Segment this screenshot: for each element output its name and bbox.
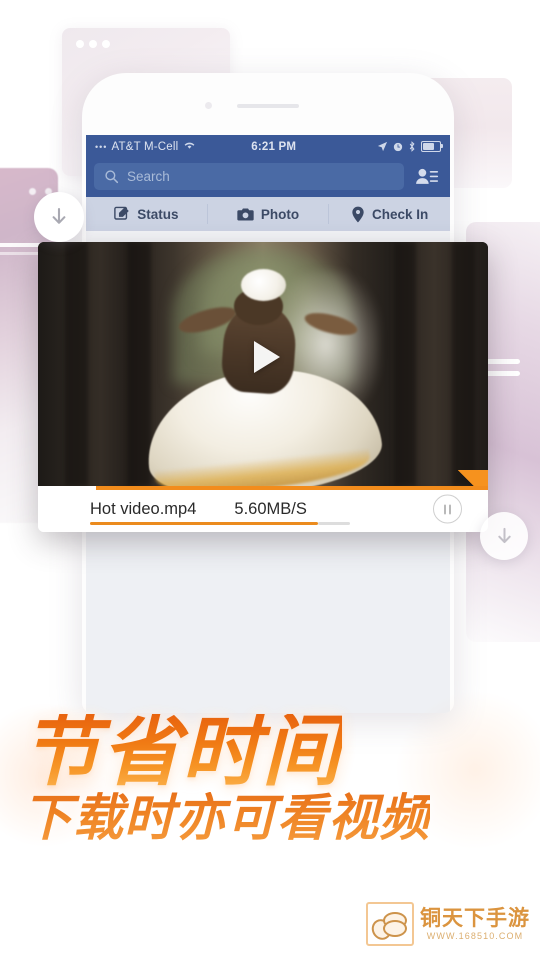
location-pin-icon xyxy=(352,206,364,222)
headline-line-1: 节省时间 xyxy=(22,706,343,797)
download-status-bar: Hot video.mp4 5.60MB/S xyxy=(38,486,488,532)
location-arrow-icon xyxy=(377,141,388,152)
signal-strength-icon: ••• xyxy=(95,141,108,152)
bluetooth-icon xyxy=(409,141,415,152)
watermark: 铜天下手游 WWW.168510.COM xyxy=(366,902,530,946)
window-dot-icon xyxy=(102,40,110,48)
download-arrow-icon[interactable] xyxy=(480,512,528,560)
window-dot-icon xyxy=(89,40,97,48)
composer-status-button[interactable]: Status xyxy=(86,197,207,231)
compose-icon xyxy=(114,206,129,220)
video-preview[interactable] xyxy=(38,242,488,486)
video-pillar xyxy=(393,242,416,486)
search-input[interactable]: Search xyxy=(94,163,404,190)
progress-bar-track xyxy=(318,521,350,525)
search-placeholder: Search xyxy=(127,169,170,184)
camera-icon xyxy=(237,208,254,220)
background-dot xyxy=(29,188,36,195)
download-filename: Hot video.mp4 xyxy=(90,499,197,518)
window-dot-icon xyxy=(76,40,84,48)
watermark-text: 铜天下手游 WWW.168510.COM xyxy=(420,905,530,941)
carrier-label: AT&T M-Cell xyxy=(111,140,179,153)
download-speed: 5.60MB/S xyxy=(234,499,307,518)
search-bar-row: Search xyxy=(86,158,450,197)
video-pillar xyxy=(452,242,475,486)
headline-line-2: 下载时亦可看视频 xyxy=(22,788,430,848)
battery-icon xyxy=(421,141,443,152)
composer-checkin-button[interactable]: Check In xyxy=(329,197,450,231)
composer-bar: Status Photo Check In xyxy=(86,197,450,231)
status-right-icons xyxy=(377,141,443,152)
video-pillar xyxy=(128,242,151,486)
phone-earpiece xyxy=(237,104,299,108)
pause-icon[interactable] xyxy=(433,494,462,524)
download-arrow-icon[interactable] xyxy=(34,192,84,242)
video-pillar xyxy=(65,242,88,486)
dancer-hair-flower xyxy=(240,268,286,301)
download-video-card[interactable]: Hot video.mp4 5.60MB/S xyxy=(38,242,488,532)
status-bar: ••• AT&T M-Cell 6:21 PM xyxy=(86,135,450,158)
progress-bar-fill xyxy=(90,521,318,525)
composer-checkin-label: Check In xyxy=(372,206,429,222)
composer-status-label: Status xyxy=(137,206,179,222)
watermark-brand: 铜天下手游 xyxy=(420,905,530,930)
promo-headline: 节省时间 下载时亦可看视频 xyxy=(0,706,540,848)
alarm-icon xyxy=(393,142,403,151)
promo-screenshot: ••• AT&T M-Cell 6:21 PM Search Status Ph… xyxy=(0,0,540,960)
friends-list-icon[interactable] xyxy=(412,167,442,186)
composer-photo-label: Photo xyxy=(260,206,300,222)
play-icon[interactable] xyxy=(254,340,280,373)
coins-icon xyxy=(366,902,414,946)
progress-bar-top xyxy=(96,486,488,490)
clock-label: 6:21 PM xyxy=(251,140,297,153)
watermark-url: WWW.168510.COM xyxy=(426,930,524,941)
phone-camera-icon xyxy=(205,102,212,109)
search-icon xyxy=(105,170,119,184)
composer-photo-button[interactable]: Photo xyxy=(208,197,329,231)
